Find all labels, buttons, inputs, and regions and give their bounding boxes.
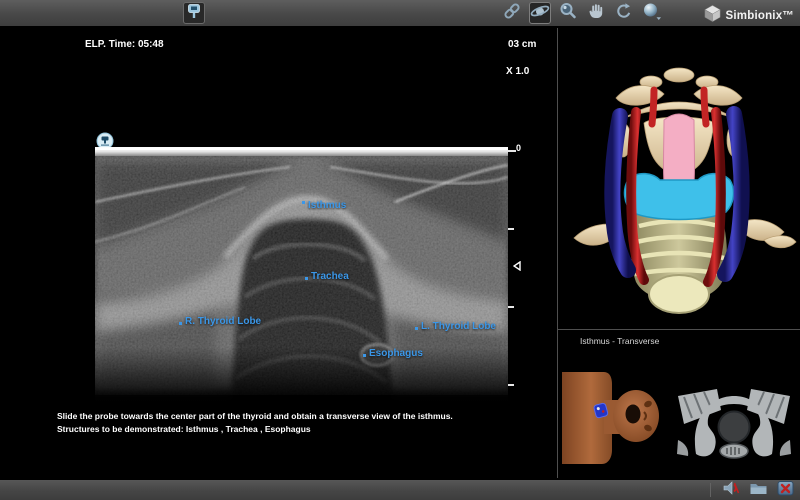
zoom-factor: X 1.0 [506,66,530,77]
pan-tool-button[interactable] [585,2,607,24]
marker-dot [179,322,182,325]
magnify-tool-button[interactable] [557,2,579,24]
anatomy-label-esophagus: Esophagus [363,348,423,359]
probe-select-button[interactable] [183,2,205,24]
label-text: Esophagus [369,348,423,359]
render-mode-button[interactable] [641,2,663,24]
magnify-icon [558,1,578,26]
probe-select-icon [185,2,203,25]
link-icon [502,1,522,26]
anatomy-3d-view[interactable] [558,28,800,330]
instruction-line-2: Structures to be demonstrated: Isthmus ,… [57,423,311,434]
anatomy-label-left-thyroid-lobe: L. Thyroid Lobe [415,321,496,332]
label-text: Trachea [311,271,349,282]
link-tool-button[interactable] [501,2,523,24]
ultrasound-image [94,147,509,402]
ruler-zero-label: 0 [516,143,522,153]
simulator-window: Simbionix™ ELP. Time: 05:48 03 cm X 1.0 [0,0,800,500]
label-text: Isthmus [308,200,347,211]
guidance-pane: Isthmus - Transverse [557,28,800,478]
rotate-tool-button[interactable] [613,2,635,24]
close-icon [776,479,795,500]
task-instructions: Slide the probe towards the center part … [57,410,527,435]
instruction-line-1: Slide the probe towards the center part … [57,411,453,421]
marker-dot [302,201,305,204]
marker-dot [415,327,418,330]
top-toolbar: Simbionix™ [0,0,800,28]
render-sphere-icon [641,1,663,26]
anatomy-label-right-thyroid-lobe: R. Thyroid Lobe [179,316,261,327]
label-text: R. Thyroid Lobe [185,316,262,327]
ruler-tick [508,228,514,230]
folder-icon [749,479,768,500]
simbionix-cube-icon [703,4,722,28]
exit-button[interactable] [776,479,795,500]
focus-arrow-icon[interactable] [512,258,521,276]
speaker-icon [722,479,741,500]
anatomy-label-trachea: Trachea [305,271,349,282]
ruler-tick [508,150,516,152]
view-toolbar [501,2,663,24]
elapsed-time: ELP. Time: 05:48 [85,39,164,50]
transverse-schematic-view [670,384,798,465]
orbit-tool-button[interactable] [529,2,551,24]
ultrasound-pane: ELP. Time: 05:48 03 cm X 1.0 0 Isthmus T… [0,28,557,478]
main-area: ELP. Time: 05:48 03 cm X 1.0 0 Isthmus T… [0,28,800,478]
audio-mute-button[interactable] [722,479,741,500]
orbit-icon [530,1,550,26]
view-label: Isthmus - Transverse [580,336,660,346]
pan-hand-icon [586,1,606,26]
ruler-tick [508,306,514,308]
ruler-tick [508,384,514,386]
brand-logo: Simbionix™ [703,4,794,28]
mannequin-probe-view [560,354,666,471]
marker-dot [363,354,366,357]
bottom-toolbar [0,478,800,500]
open-file-button[interactable] [749,481,768,499]
label-text: L. Thyroid Lobe [421,321,496,332]
depth-setting: 03 cm [508,39,537,50]
marker-dot [305,277,308,280]
rotate-icon [614,1,634,26]
anatomy-label-isthmus: Isthmus [302,200,346,211]
divider [710,483,711,497]
brand-name: Simbionix™ [725,10,794,22]
